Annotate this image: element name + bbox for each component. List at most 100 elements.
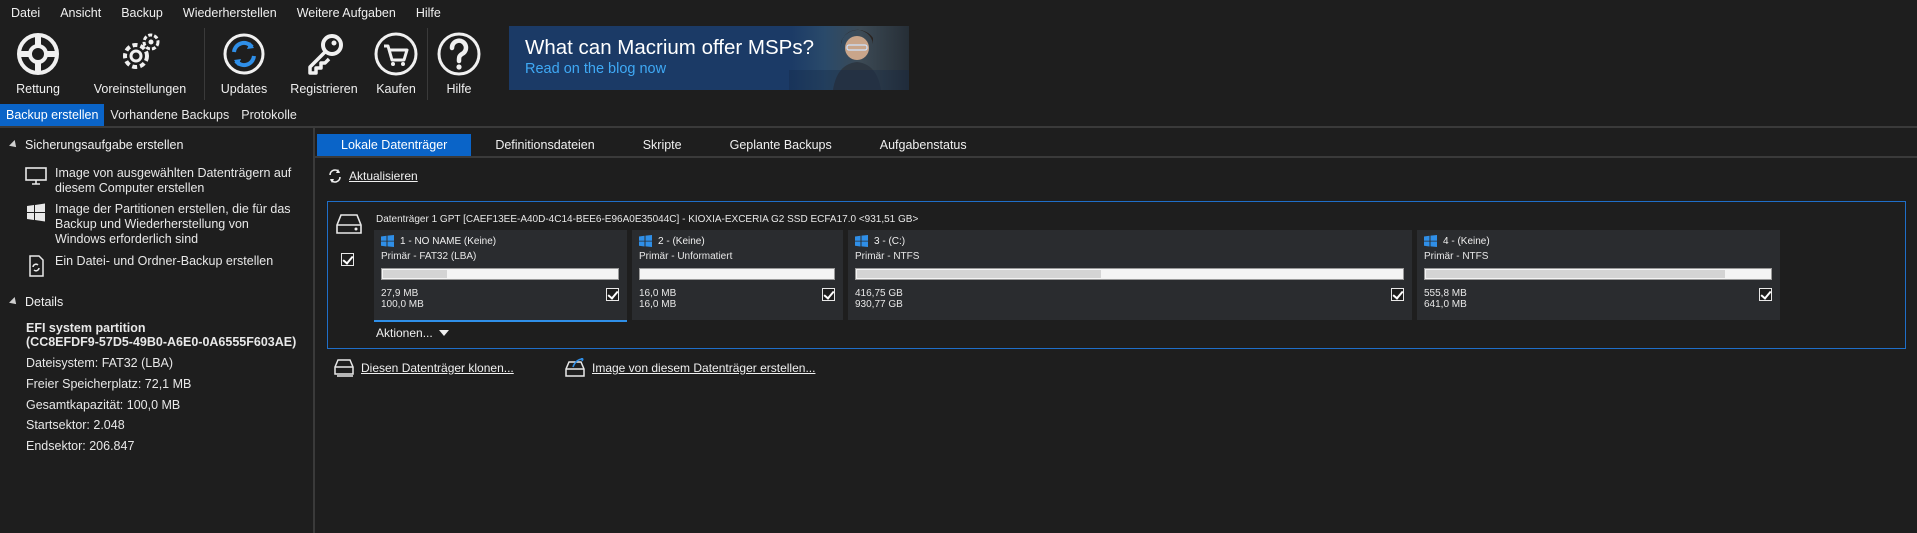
menu-weitere-aufgaben[interactable]: Weitere Aufgaben [286, 6, 405, 20]
voreinstellungen-button[interactable]: Voreinstellungen [76, 26, 204, 96]
cart-icon [374, 32, 418, 76]
tab-geplante-backups[interactable]: Geplante Backups [706, 134, 856, 156]
detail-filesystem: Dateisystem: FAT32 (LBA) [26, 356, 174, 370]
task-image-disks[interactable]: Image von ausgewählten Datenträgern auf … [25, 166, 300, 196]
partition-title: 2 - (Keine) [658, 235, 705, 247]
partition-title: 1 - NO NAME (Keine) [400, 235, 497, 247]
registrieren-label: Registrieren [290, 82, 358, 96]
kaufen-button[interactable]: Kaufen [365, 26, 427, 96]
registrieren-button[interactable]: Registrieren [283, 26, 365, 96]
tab-vorhandene-backups[interactable]: Vorhandene Backups [104, 104, 235, 126]
collapse-triangle-icon [9, 140, 19, 150]
collapse-triangle-icon [9, 297, 19, 307]
menu-ansicht[interactable]: Ansicht [49, 6, 110, 20]
detail-capacity: Gesamtkapazität: 100,0 MB [26, 398, 181, 412]
partition-used: 16,0 MB [639, 288, 677, 299]
refresh-link[interactable]: Aktualisieren [327, 168, 418, 184]
tab-protokolle[interactable]: Protokolle [235, 104, 303, 126]
partition-tile[interactable]: 3 - (C:) Primär - NTFS 416,75 GB 930,77 … [848, 230, 1412, 320]
task-image-windows[interactable]: Image der Partitionen erstellen, die für… [25, 202, 300, 247]
sidebar: Sicherungsaufgabe erstellen Image von au… [0, 128, 315, 533]
banner-title: What can Macrium offer MSPs? [525, 36, 814, 59]
menu-bar: Datei Ansicht Backup Wiederherstellen We… [0, 0, 1917, 26]
partition-guid: (CC8EFDF9-57D5-49B0-A6E0-0A6555F603AE) [26, 335, 297, 349]
tab-lokale-datentraeger[interactable]: Lokale Datenträger [317, 134, 472, 156]
rettung-label: Rettung [16, 82, 60, 96]
partition-title: 4 - (Keine) [1443, 235, 1490, 247]
partition-checkbox[interactable] [822, 288, 835, 301]
tab-definitionsdateien[interactable]: Definitionsdateien [471, 134, 618, 156]
partition-type: Primär - NTFS [855, 251, 920, 262]
partition-checkbox[interactable] [1391, 288, 1404, 301]
hard-disk-icon [336, 214, 362, 234]
partition-total: 100,0 MB [381, 299, 424, 310]
kaufen-label: Kaufen [376, 82, 416, 96]
partition-type: Primär - NTFS [1424, 251, 1489, 262]
tab-backup-erstellen[interactable]: Backup erstellen [0, 104, 105, 126]
main-panel: Lokale Datenträger Definitionsdateien Sk… [315, 128, 1917, 533]
usage-bar-fill [857, 270, 1102, 278]
tab-divider [315, 156, 1917, 158]
dropdown-caret-icon [438, 330, 449, 336]
partition-header: 1 - NO NAME (Keine) [381, 235, 496, 247]
partition-type: Primär - FAT32 (LBA) [381, 251, 477, 262]
content-tabs: Lokale Datenträger Definitionsdateien Sk… [317, 134, 991, 156]
disk-checkbox[interactable] [341, 253, 354, 266]
partition-total: 930,77 GB [855, 299, 903, 310]
detail-end-sector: Endsektor: 206.847 [26, 439, 135, 453]
gears-icon [123, 33, 160, 69]
detail-free-space: Freier Speicherplatz: 72,1 MB [26, 377, 192, 391]
partition-tile[interactable]: 4 - (Keine) Primär - NTFS 555,8 MB 641,0… [1417, 230, 1780, 320]
usage-bar [855, 268, 1404, 280]
partition-total: 641,0 MB [1424, 299, 1467, 310]
partition-tile[interactable]: 1 - NO NAME (Keine) Primär - FAT32 (LBA)… [374, 230, 627, 322]
windows-icon [27, 203, 45, 222]
partition-checkbox[interactable] [1759, 288, 1772, 301]
clone-disk-link[interactable]: Diesen Datenträger klonen... [333, 358, 514, 378]
tab-skripte[interactable]: Skripte [619, 134, 706, 156]
hilfe-button[interactable]: Hilfe [428, 26, 490, 96]
detail-start-sector: Startsektor: 2.048 [26, 418, 125, 432]
updates-button[interactable]: Updates [205, 26, 283, 96]
lifebuoy-icon [17, 33, 59, 75]
key-icon [308, 34, 343, 75]
usage-bar [639, 268, 835, 280]
tab-aufgabenstatus[interactable]: Aufgabenstatus [856, 134, 991, 156]
windows-icon [1424, 235, 1437, 247]
refresh-icon [329, 169, 341, 183]
partition-title: 3 - (C:) [874, 235, 906, 247]
windows-icon [381, 235, 394, 247]
partition-checkbox[interactable] [606, 288, 619, 301]
file-backup-icon [29, 255, 44, 277]
section-sicherungsaufgabe[interactable]: Sicherungsaufgabe erstellen [9, 138, 184, 152]
section-title: Sicherungsaufgabe erstellen [25, 138, 184, 152]
task-label: Image der Partitionen erstellen, die für… [55, 202, 291, 246]
disk-panel: Datenträger 1 GPT [CAEF13EE-A40D-4C14-BE… [327, 201, 1906, 349]
updates-label: Updates [220, 82, 268, 96]
partition-header: 3 - (C:) [855, 235, 905, 247]
partition-type: Primär - Unformatiert [639, 251, 733, 262]
menu-hilfe[interactable]: Hilfe [405, 6, 450, 20]
menu-backup[interactable]: Backup [110, 6, 172, 20]
partition-used: 555,8 MB [1424, 288, 1467, 299]
rettung-button[interactable]: Rettung [0, 26, 76, 96]
image-disk-link[interactable]: Image von diesem Datenträger erstellen..… [564, 358, 815, 378]
actions-dropdown[interactable]: Aktionen... [376, 326, 449, 340]
update-icon [223, 33, 265, 75]
menu-datei[interactable]: Datei [0, 6, 49, 20]
partition-tile[interactable]: 2 - (Keine) Primär - Unformatiert 16,0 M… [632, 230, 843, 320]
task-label: Ein Datei- und Ordner-Backup erstellen [55, 254, 274, 268]
disk-title: Datenträger 1 GPT [CAEF13EE-A40D-4C14-BE… [376, 214, 919, 225]
task-file-backup[interactable]: Ein Datei- und Ordner-Backup erstellen [25, 254, 300, 277]
menu-wiederherstellen[interactable]: Wiederherstellen [172, 6, 286, 20]
monitor-icon [25, 167, 47, 185]
usage-bar-fill [1426, 270, 1726, 278]
section-details[interactable]: Details [9, 295, 64, 309]
image-disk-label: Image von diesem Datenträger erstellen..… [592, 361, 816, 375]
msp-banner[interactable]: What can Macrium offer MSPs? Read on the… [509, 26, 909, 90]
actions-label: Aktionen... [376, 326, 433, 340]
hilfe-label: Hilfe [446, 82, 472, 96]
windows-icon [639, 235, 652, 247]
section-title: Details [25, 295, 64, 309]
banner-subtitle: Read on the blog now [525, 61, 667, 77]
